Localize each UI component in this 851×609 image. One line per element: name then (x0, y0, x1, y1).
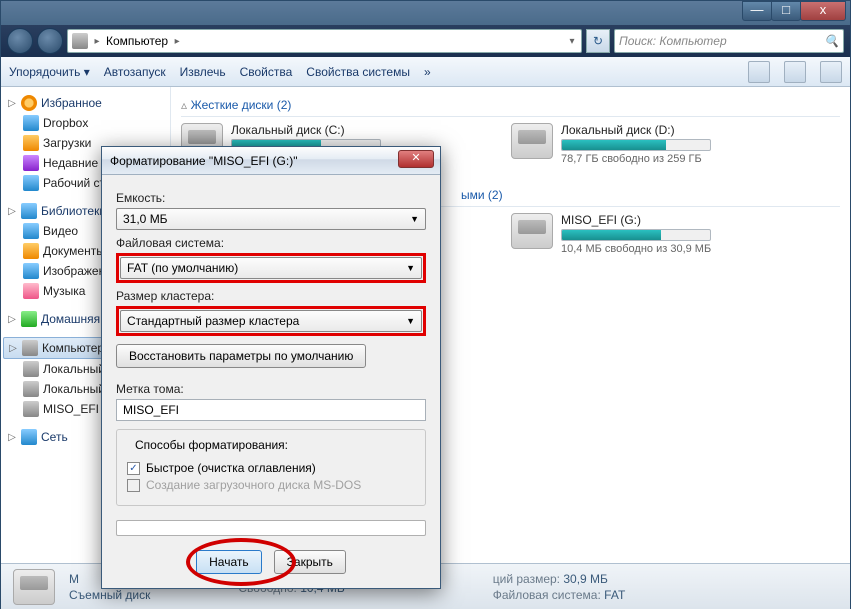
capacity-label: Емкость: (116, 191, 426, 205)
music-icon (23, 283, 39, 299)
dropdown-icon: ▼ (410, 214, 419, 224)
system-properties-button[interactable]: Свойства системы (306, 65, 410, 79)
picture-icon (23, 263, 39, 279)
organize-menu[interactable]: Упорядочить ▾ (9, 65, 90, 79)
cluster-label: Размер кластера: (116, 289, 426, 303)
disk-icon (511, 213, 553, 249)
video-icon (23, 223, 39, 239)
disk-icon (23, 401, 39, 417)
search-placeholder: Поиск: Компьютер (619, 34, 727, 48)
desktop-icon (23, 175, 39, 191)
disk-icon (13, 569, 55, 605)
format-options-group: Способы форматирования: ✓ Быстрое (очист… (116, 429, 426, 506)
drive-name: Локальный диск (D:) (561, 123, 811, 137)
dialog-close-button[interactable]: ✕ (398, 150, 434, 168)
disk-icon (511, 123, 553, 159)
computer-icon (22, 340, 38, 356)
filesystem-select[interactable]: FAT (по умолчанию)▼ (120, 257, 422, 279)
dropdown-icon: ▼ (406, 263, 415, 273)
start-button[interactable]: Начать (196, 550, 262, 574)
star-icon (21, 95, 37, 111)
computer-icon (72, 33, 88, 49)
dropdown-icon: ▼ (406, 316, 415, 326)
sidebar-favorites[interactable]: ▷Избранное (1, 93, 170, 113)
volume-label-label: Метка тома: (116, 382, 426, 396)
nav-bar: ▸ Компьютер ▸ ▾ ↻ Поиск: Компьютер 🔍 (1, 25, 850, 57)
format-progress (116, 520, 426, 536)
disk-icon (23, 361, 39, 377)
drive-g[interactable]: MISO_EFI (G:) 10,4 МБ свободно из 30,9 М… (511, 213, 811, 255)
options-label: Способы форматирования: (131, 438, 292, 452)
dropdown-icon[interactable]: ▾ (567, 36, 577, 47)
dropbox-icon (23, 115, 39, 131)
highlight-box: FAT (по умолчанию)▼ (116, 253, 426, 283)
maximize-button[interactable]: □ (771, 1, 801, 21)
autoplay-button[interactable]: Автозапуск (104, 65, 166, 79)
library-icon (21, 203, 37, 219)
dialog-titlebar[interactable]: Форматирование "MISO_EFI (G:)" ✕ (102, 147, 440, 175)
dialog-title: Форматирование "MISO_EFI (G:)" (110, 154, 297, 168)
address-text: Компьютер (106, 34, 168, 48)
capacity-select[interactable]: 31,0 МБ▼ (116, 208, 426, 230)
homegroup-icon (21, 311, 37, 327)
drive-freespace: 10,4 МБ свободно из 30,9 МБ (561, 243, 811, 255)
section-hdd[interactable]: ▵ Жесткие диски (2) (181, 93, 840, 117)
disk-icon (23, 381, 39, 397)
refresh-button[interactable]: ↻ (586, 29, 610, 53)
drive-name: Локальный диск (C:) (231, 123, 481, 137)
network-label: Сеть (41, 430, 68, 444)
format-dialog: Форматирование "MISO_EFI (G:)" ✕ Емкость… (101, 146, 441, 589)
more-button[interactable]: » (424, 65, 431, 79)
search-icon: 🔍 (824, 34, 839, 48)
document-icon (23, 243, 39, 259)
status-type: Съемный диск (69, 588, 150, 602)
preview-icon[interactable] (784, 61, 806, 83)
checkbox-icon: ✓ (127, 462, 140, 475)
toolbar: Упорядочить ▾ Автозапуск Извлечь Свойств… (1, 57, 850, 87)
status-size-value: 30,9 МБ (563, 572, 608, 586)
network-icon (21, 429, 37, 445)
close-button[interactable]: Закрыть (274, 550, 346, 574)
cluster-select[interactable]: Стандартный размер кластера▼ (120, 310, 422, 332)
forward-button[interactable] (37, 28, 63, 54)
libraries-label: Библиотеки (41, 204, 106, 218)
drive-freespace: 78,7 ГБ свободно из 259 ГБ (561, 153, 811, 165)
address-bar[interactable]: ▸ Компьютер ▸ ▾ (67, 29, 582, 53)
window-titlebar: — □ x (1, 1, 850, 25)
view-icon[interactable] (748, 61, 770, 83)
search-input[interactable]: Поиск: Компьютер 🔍 (614, 29, 844, 53)
status-fs-label: Файловая система: (493, 588, 601, 602)
recent-icon (23, 155, 39, 171)
volume-label-input[interactable]: MISO_EFI (116, 399, 426, 421)
quick-format-checkbox[interactable]: ✓ Быстрое (очистка оглавления) (127, 461, 415, 475)
help-icon[interactable] (820, 61, 842, 83)
sidebar-item-dropbox[interactable]: Dropbox (1, 113, 170, 133)
computer-label: Компьютер (42, 341, 104, 355)
highlight-box: Стандартный размер кластера▼ (116, 306, 426, 336)
eject-button[interactable]: Извлечь (180, 65, 226, 79)
status-size-label: ций размер: (493, 572, 560, 586)
msdos-boot-checkbox: Создание загрузочного диска MS-DOS (127, 478, 415, 492)
window-close-button[interactable]: x (800, 1, 846, 21)
drive-d[interactable]: Локальный диск (D:) 78,7 ГБ свободно из … (511, 123, 811, 165)
filesystem-label: Файловая система: (116, 236, 426, 250)
folder-icon (23, 135, 39, 151)
properties-button[interactable]: Свойства (240, 65, 293, 79)
back-button[interactable] (7, 28, 33, 54)
status-fs-value: FAT (604, 588, 625, 602)
favorites-label: Избранное (41, 96, 102, 110)
restore-defaults-button[interactable]: Восстановить параметры по умолчанию (116, 344, 366, 368)
minimize-button[interactable]: — (742, 1, 772, 21)
drive-name: MISO_EFI (G:) (561, 213, 811, 227)
checkbox-icon (127, 479, 140, 492)
chevron-icon: ▸ (172, 36, 182, 47)
chevron-icon: ▸ (92, 36, 102, 47)
